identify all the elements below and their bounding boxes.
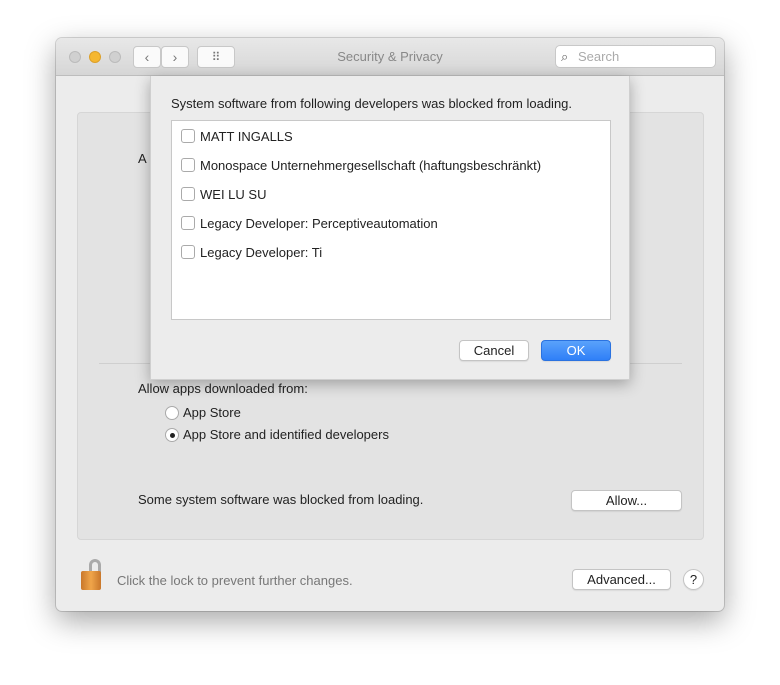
developer-list: MATT INGALLS Monospace Unternehmergesell… [171,120,611,320]
search-input[interactable]: ⌕ Search [555,45,716,68]
developer-checkbox[interactable] [181,245,195,259]
radio-app-store-label: App Store [183,405,241,420]
radio-app-store[interactable] [165,406,179,420]
blocked-developers-sheet: System software from following developer… [150,76,630,380]
developer-name: Monospace Unternehmergesellschaft (haftu… [200,157,542,173]
search-placeholder: Search [578,49,620,64]
developer-name: Legacy Developer: Perceptiveautomation [200,215,438,231]
allow-button[interactable]: Allow... [571,490,682,511]
help-button[interactable]: ? [683,569,704,590]
developer-row[interactable]: Monospace Unternehmergesellschaft (haftu… [181,155,541,175]
radio-identified-developers[interactable] [165,428,179,442]
developer-row[interactable]: WEI LU SU [181,184,266,204]
developer-checkbox[interactable] [181,158,195,172]
lock-text: Click the lock to prevent further change… [117,573,353,588]
title-bar: ‹ › ⠿ Security & Privacy ⌕ Search [56,38,724,76]
allow-from-label: Allow apps downloaded from: [138,381,308,396]
partial-label: A [138,151,147,166]
blocked-software-text: Some system software was blocked from lo… [138,492,424,507]
ok-button[interactable]: OK [541,340,611,361]
developer-name: WEI LU SU [200,186,267,202]
radio-identified-developers-label: App Store and identified developers [183,427,389,442]
sheet-message: System software from following developer… [171,96,573,111]
developer-row[interactable]: Legacy Developer: Ti [181,242,322,262]
developer-checkbox[interactable] [181,187,195,201]
developer-row[interactable]: MATT INGALLS [181,126,293,146]
developer-name: Legacy Developer: Ti [200,244,323,260]
developer-checkbox[interactable] [181,216,195,230]
developer-name: MATT INGALLS [200,128,293,144]
advanced-button[interactable]: Advanced... [572,569,671,590]
cancel-button[interactable]: Cancel [459,340,529,361]
developer-row[interactable]: Legacy Developer: Perceptiveautomation [181,213,438,233]
developer-checkbox[interactable] [181,129,195,143]
lock-icon[interactable] [81,559,103,591]
search-icon: ⌕ [561,49,569,64]
